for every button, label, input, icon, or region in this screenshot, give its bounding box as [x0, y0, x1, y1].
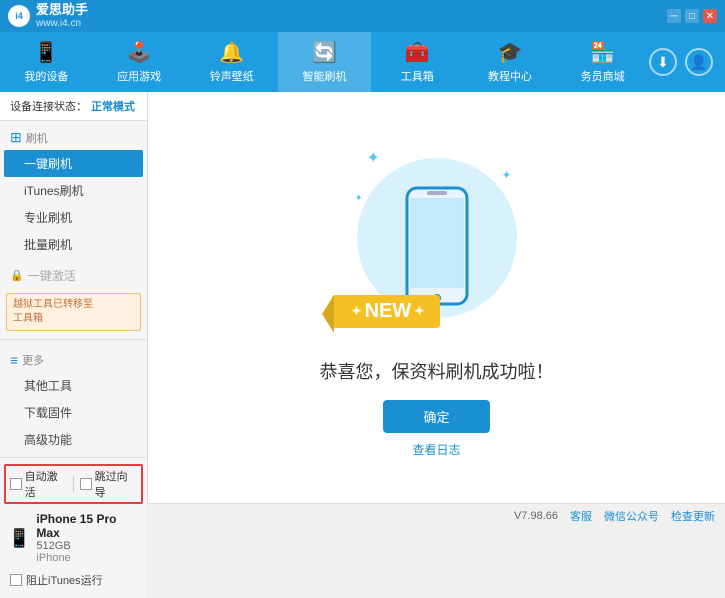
- sidebar-warning: 越狱工具已转移至工具箱: [6, 293, 141, 331]
- status-mode: 正常模式: [91, 98, 135, 114]
- row-divider: [73, 476, 74, 492]
- sidebar-section-more: ≡ 更多 其他工具 下载固件 高级功能: [0, 344, 147, 457]
- device-type: iPhone: [36, 552, 139, 564]
- nav-item-service[interactable]: 🏪 务员商城: [556, 32, 649, 92]
- device-info: 📱 iPhone 15 Pro Max 512GB iPhone: [4, 508, 143, 568]
- star-icon-2: ✦: [414, 304, 424, 318]
- nav-item-smart-flash[interactable]: 🔄 智能刷机: [278, 32, 371, 92]
- phone-body: [402, 186, 472, 309]
- nav-label-ringtones: 铃声壁纸: [210, 68, 254, 84]
- nav-label-apps-games: 应用游戏: [117, 68, 161, 84]
- device-name: iPhone 15 Pro Max: [36, 512, 139, 540]
- smart-flash-icon: 🔄: [312, 40, 337, 65]
- brand-name: 爱思助手: [36, 2, 88, 18]
- ribbon-arrow: [322, 295, 334, 333]
- sidebar-divider1: [0, 339, 147, 340]
- itunes-checkbox[interactable]: [10, 574, 22, 586]
- sidebar: 设备连接状态： 正常模式 ⊞ 刷机 一键刷机 iTunes刷机 专业刷机 批量刷…: [0, 92, 148, 503]
- sidebar-bottom: 自动激活 跳过向导 📱 iPhone 15 Pro Max 512GB iPho…: [0, 457, 147, 598]
- sparkle-icon-3: ✦: [355, 193, 363, 204]
- nav-label-my-device: 我的设备: [24, 68, 68, 84]
- flash-section-header: ⊞ 刷机: [0, 125, 147, 150]
- maximize-button[interactable]: □: [685, 9, 699, 23]
- nav-item-apps-games[interactable]: 🕹️ 应用游戏: [93, 32, 186, 92]
- more-section-icon: ≡: [10, 352, 18, 368]
- sidebar-item-batch-flash[interactable]: 批量刷机: [0, 231, 147, 258]
- nav-item-tutorial[interactable]: 🎓 教程中心: [464, 32, 557, 92]
- device-details: iPhone 15 Pro Max 512GB iPhone: [36, 512, 139, 564]
- navbar: 📱 我的设备 🕹️ 应用游戏 🔔 铃声壁纸 🔄 智能刷机 🧰 工具箱 🎓 教程中…: [0, 32, 725, 92]
- nav-right-buttons: ⬇ 👤: [649, 48, 725, 76]
- success-title: 恭喜您，保资料刷机成功啦！: [320, 358, 554, 384]
- success-illustration: ✦ ✦ ✦ ✦ NEW ✦: [347, 138, 527, 358]
- activate-label: 一键激活: [28, 267, 76, 284]
- flash-section-label: 刷机: [26, 130, 48, 146]
- sidebar-header: 设备连接状态： 正常模式: [0, 92, 147, 121]
- status-text: 设备连接状态：: [10, 98, 87, 114]
- close-button[interactable]: ✕: [703, 9, 717, 23]
- phone-svg: [402, 186, 472, 306]
- warning-text: 越狱工具已转移至工具箱: [13, 299, 93, 324]
- flash-section-icon: ⊞: [10, 129, 22, 146]
- window-controls: ─ □ ✕: [667, 9, 717, 23]
- user-button[interactable]: 👤: [685, 48, 713, 76]
- nav-item-my-device[interactable]: 📱 我的设备: [0, 32, 93, 92]
- sidebar-item-pro-flash[interactable]: 专业刷机: [0, 204, 147, 231]
- lock-icon: 🔒: [10, 269, 24, 282]
- quick-guide-checkbox-label[interactable]: 跳过向导: [80, 468, 137, 500]
- apps-games-icon: 🕹️: [127, 40, 152, 65]
- itunes-row: 阻止iTunes运行: [4, 568, 143, 592]
- quick-guide-label: 跳过向导: [95, 468, 137, 500]
- new-badge: ✦ NEW ✦: [332, 295, 441, 328]
- more-section-header: ≡ 更多: [0, 348, 147, 372]
- sidebar-item-other-tools[interactable]: 其他工具: [0, 372, 147, 399]
- itunes-label: 阻止iTunes运行: [26, 572, 103, 588]
- device-storage: 512GB: [36, 540, 139, 552]
- new-badge-text: NEW: [365, 300, 412, 323]
- nav-label-service: 务员商城: [581, 68, 625, 84]
- sidebar-item-one-click-flash[interactable]: 一键刷机: [4, 150, 143, 177]
- tutorial-icon: 🎓: [498, 40, 523, 65]
- download-button[interactable]: ⬇: [649, 48, 677, 76]
- nav-item-toolbox[interactable]: 🧰 工具箱: [371, 32, 464, 92]
- sparkle-icon-2: ✦: [501, 168, 511, 182]
- statusbar-right: V7.98.66 客服 微信公众号 检查更新: [514, 508, 715, 524]
- logo-text: i4: [15, 11, 23, 21]
- client-service-link[interactable]: 客服: [570, 508, 592, 524]
- logo: i4: [8, 5, 30, 27]
- nav-label-tutorial: 教程中心: [488, 68, 532, 84]
- version-text: V7.98.66: [514, 510, 558, 522]
- sidebar-item-download-firmware[interactable]: 下载固件: [0, 399, 147, 426]
- minimize-button[interactable]: ─: [667, 9, 681, 23]
- topbar-left: i4 爱思助手 www.i4.cn: [8, 2, 88, 30]
- quick-guide-checkbox[interactable]: [80, 478, 92, 490]
- toolbox-icon: 🧰: [405, 40, 430, 65]
- sidebar-item-one-click-activate: 🔒 一键激活: [0, 262, 147, 289]
- sidebar-item-advanced[interactable]: 高级功能: [0, 426, 147, 453]
- content-area: ✦ ✦ ✦ ✦ NEW ✦ 恭喜您，保资料刷机成功啦！ 确定 查看日志: [148, 92, 725, 503]
- auto-activate-checkbox[interactable]: [10, 478, 22, 490]
- check-update-link[interactable]: 检查更新: [671, 508, 715, 524]
- sidebar-section-flash: ⊞ 刷机 一键刷机 iTunes刷机 专业刷机 批量刷机: [0, 121, 147, 262]
- topbar: i4 爱思助手 www.i4.cn ─ □ ✕: [0, 0, 725, 32]
- auto-activate-row: 自动激活 跳过向导: [4, 464, 143, 504]
- nav-label-toolbox: 工具箱: [401, 68, 434, 84]
- ringtones-icon: 🔔: [219, 40, 244, 65]
- my-device-icon: 📱: [34, 40, 59, 65]
- nav-item-ringtones[interactable]: 🔔 铃声壁纸: [185, 32, 278, 92]
- nav-label-smart-flash: 智能刷机: [303, 68, 347, 84]
- service-icon: 🏪: [590, 40, 615, 65]
- confirm-button[interactable]: 确定: [383, 400, 489, 433]
- sidebar-item-itunes-flash[interactable]: iTunes刷机: [0, 177, 147, 204]
- more-section-label: 更多: [22, 352, 44, 368]
- wechat-link[interactable]: 微信公众号: [604, 508, 659, 524]
- brand-url: www.i4.cn: [36, 18, 88, 30]
- view-log-link[interactable]: 查看日志: [412, 441, 460, 458]
- main-layout: 设备连接状态： 正常模式 ⊞ 刷机 一键刷机 iTunes刷机 专业刷机 批量刷…: [0, 92, 725, 503]
- sparkle-icon-1: ✦: [367, 148, 380, 168]
- auto-activate-checkbox-label[interactable]: 自动激活: [10, 468, 67, 500]
- device-phone-icon: 📱: [8, 528, 30, 549]
- auto-activate-label: 自动激活: [25, 468, 67, 500]
- star-icon: ✦: [352, 304, 362, 318]
